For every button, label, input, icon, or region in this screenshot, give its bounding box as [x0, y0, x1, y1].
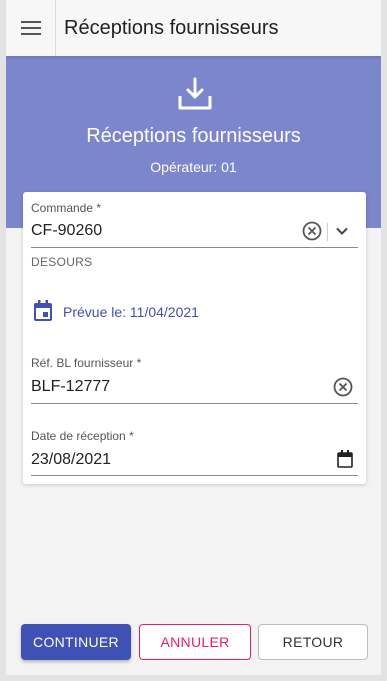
reception-form-card: Commande * CF-90260 DESOURS Prévue le: 1…	[23, 192, 366, 484]
order-field[interactable]: CF-90260	[31, 222, 102, 240]
app-title: Réceptions fournisseurs	[64, 16, 279, 39]
menu-icon	[20, 21, 41, 35]
reception-date-field[interactable]: 23/08/2021	[31, 451, 111, 469]
app-bar: Réceptions fournisseurs	[6, 0, 381, 56]
operator-label: Opérateur: 01	[150, 159, 237, 175]
chevron-down-icon[interactable]	[334, 223, 350, 239]
continue-button[interactable]: CONTINUER	[21, 624, 131, 660]
hero-title: Réceptions fournisseurs	[86, 125, 301, 147]
menu-button[interactable]	[6, 0, 56, 56]
download-icon	[178, 77, 212, 110]
app-frame: Réceptions fournisseurs Réceptions fourn…	[6, 0, 381, 675]
reception-date-underline	[31, 475, 358, 476]
clear-icon[interactable]	[333, 377, 353, 397]
supplier-name: DESOURS	[31, 255, 93, 269]
reception-date-label: Date de réception *	[31, 429, 134, 443]
event-icon	[34, 300, 52, 321]
order-field-underline	[31, 247, 358, 248]
delivery-ref-field[interactable]: BLF-12777	[31, 378, 110, 396]
order-field-label: Commande *	[31, 201, 102, 215]
clear-icon[interactable]	[302, 221, 322, 241]
cancel-button[interactable]: ANNULER	[139, 624, 251, 660]
calendar-icon[interactable]	[337, 450, 353, 468]
delivery-ref-label: Réf. BL fournisseur *	[31, 356, 142, 370]
delivery-ref-underline	[31, 403, 358, 404]
back-button[interactable]: RETOUR	[258, 624, 368, 660]
field-divider	[327, 223, 328, 241]
planned-date: Prévue le: 11/04/2021	[63, 304, 199, 320]
